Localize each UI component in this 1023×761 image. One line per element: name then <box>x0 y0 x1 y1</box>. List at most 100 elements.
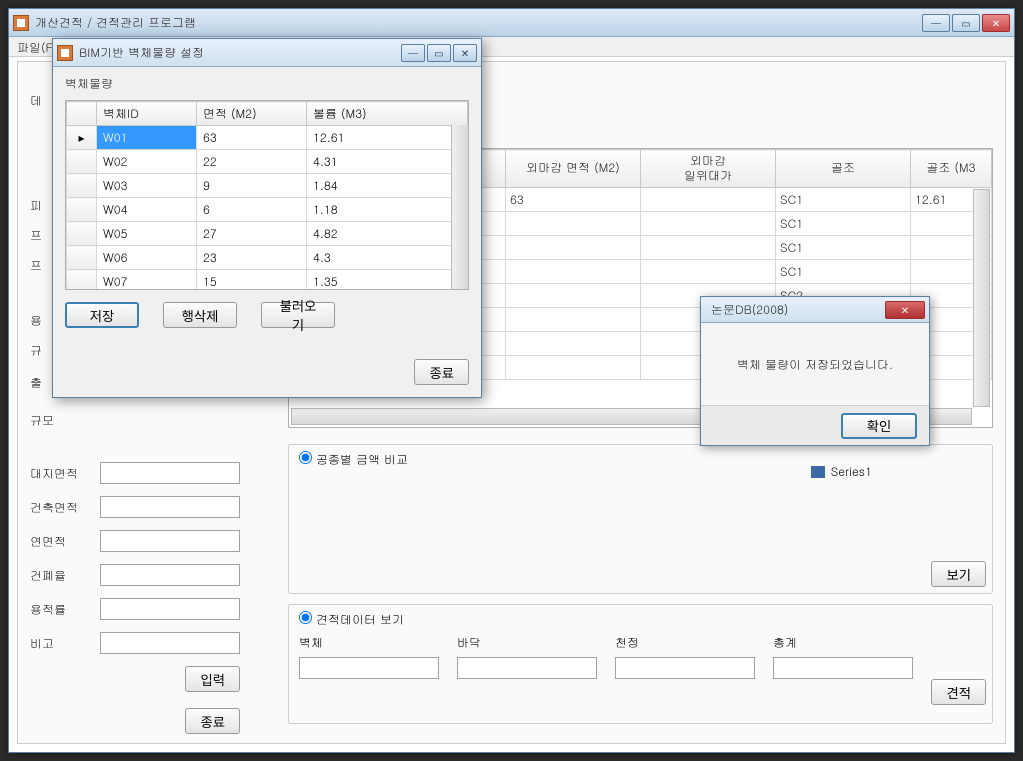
cell-id[interactable]: W05 <box>97 222 197 246</box>
dv-input-floor[interactable] <box>457 657 597 679</box>
dgrid-h-vol[interactable]: 볼륨 (M3) <box>307 102 468 126</box>
dialog-title: BIM기반 벽체물량 설정 <box>79 44 401 61</box>
cell-vol[interactable]: 12.61 <box>307 126 468 150</box>
cell[interactable] <box>506 356 641 380</box>
cell[interactable] <box>641 236 776 260</box>
cell[interactable] <box>641 188 776 212</box>
cell-id[interactable]: W04 <box>97 198 197 222</box>
dialog-close-icon[interactable]: ✕ <box>453 44 477 62</box>
dv-input-ceiling[interactable] <box>615 657 755 679</box>
app-icon <box>13 15 29 31</box>
data-view-section: 견적데이터 보기 벽체 바닥 천정 총계 견적 <box>288 604 993 724</box>
cell[interactable] <box>641 212 776 236</box>
label-bigo: 비고 <box>30 635 100 652</box>
dialog-titlebar[interactable]: BIM기반 벽체물량 설정 — ▭ ✕ <box>53 39 481 67</box>
cell[interactable]: SC1 <box>776 212 911 236</box>
estimate-button[interactable]: 견적 <box>931 679 986 705</box>
input-button[interactable]: 입력 <box>185 666 240 692</box>
cell[interactable] <box>506 260 641 284</box>
cell[interactable]: 63 <box>506 188 641 212</box>
cell[interactable] <box>506 308 641 332</box>
cell-id[interactable]: W03 <box>97 174 197 198</box>
dialog-close-button[interactable]: 종료 <box>414 359 469 385</box>
mgrid-h4[interactable]: 외마감 일위대가 <box>641 150 776 188</box>
cell-area[interactable]: 27 <box>197 222 307 246</box>
cell-vol[interactable]: 1.35 <box>307 270 468 291</box>
cell-id[interactable]: W02 <box>97 150 197 174</box>
cell-area[interactable]: 23 <box>197 246 307 270</box>
input-yongjeok[interactable] <box>100 598 240 620</box>
cell[interactable] <box>506 236 641 260</box>
dialog-delete-row-button[interactable]: 행삭제 <box>163 302 237 328</box>
msgbox-close-icon[interactable]: ✕ <box>885 301 925 319</box>
dgrid-rowheader-blank <box>67 102 97 126</box>
cell-vol[interactable]: 4.82 <box>307 222 468 246</box>
cell[interactable] <box>506 332 641 356</box>
mgrid-h6[interactable]: 골조 (M3 <box>911 150 992 188</box>
cell-vol[interactable]: 1.18 <box>307 198 468 222</box>
table-row[interactable]: ▸W016312.61 <box>67 126 468 150</box>
cell[interactable]: SC1 <box>776 188 911 212</box>
chart-legend: Series1 <box>811 463 872 480</box>
maximize-button[interactable]: ▭ <box>952 14 980 32</box>
table-row[interactable]: W06234.3 <box>67 246 468 270</box>
input-yeon[interactable] <box>100 530 240 552</box>
dialog-save-button[interactable]: 저장 <box>65 302 139 328</box>
cell-id[interactable]: W07 <box>97 270 197 291</box>
msgbox-ok-button[interactable]: 확인 <box>841 413 917 439</box>
data-view-radio-input[interactable] <box>299 611 312 624</box>
cell[interactable]: SC1 <box>776 236 911 260</box>
table-row[interactable]: W0391.84 <box>67 174 468 198</box>
cell-vol[interactable]: 4.3 <box>307 246 468 270</box>
dialog-grid[interactable]: 벽체ID 면적 (M2) 볼륨 (M3) ▸W016312.61W02224.3… <box>65 100 469 290</box>
cell[interactable] <box>641 260 776 284</box>
msgbox-titlebar[interactable]: 논문DB(2008) ✕ <box>701 297 929 323</box>
mgrid-h5[interactable]: 골조 <box>776 150 911 188</box>
label-yongjeok: 용적률 <box>30 601 100 618</box>
cell[interactable]: SC1 <box>776 260 911 284</box>
dv-label-total: 총계 <box>773 634 913 651</box>
cell-id[interactable]: W06 <box>97 246 197 270</box>
chart-radio-input[interactable] <box>299 451 312 464</box>
label-geonpye: 건폐율 <box>30 567 100 584</box>
table-row[interactable]: W0461.18 <box>67 198 468 222</box>
close-button-form[interactable]: 종료 <box>185 708 240 734</box>
dv-input-total[interactable] <box>773 657 913 679</box>
minimize-button[interactable]: — <box>922 14 950 32</box>
cell-area[interactable]: 63 <box>197 126 307 150</box>
dv-input-wall[interactable] <box>299 657 439 679</box>
main-title: 개산견적 / 견적관리 프로그램 <box>35 14 922 31</box>
table-row[interactable]: W05274.82 <box>67 222 468 246</box>
table-row[interactable]: W07151.35 <box>67 270 468 291</box>
cell-area[interactable]: 6 <box>197 198 307 222</box>
input-daeji[interactable] <box>100 462 240 484</box>
dialog-load-button[interactable]: 불러오기 <box>261 302 335 328</box>
mgrid-h3[interactable]: 외마감 면적 (M2) <box>506 150 641 188</box>
cell[interactable] <box>506 212 641 236</box>
cell-vol[interactable]: 4.31 <box>307 150 468 174</box>
close-button[interactable]: ✕ <box>982 14 1010 32</box>
table-row[interactable]: W02224.31 <box>67 150 468 174</box>
side-label-pi: 피 <box>30 197 42 214</box>
dgrid-h-area[interactable]: 면적 (M2) <box>197 102 307 126</box>
input-geonchuk[interactable] <box>100 496 240 518</box>
cell-vol[interactable]: 1.84 <box>307 174 468 198</box>
dgrid-h-id[interactable]: 벽체ID <box>97 102 197 126</box>
input-bigo[interactable] <box>100 632 240 654</box>
side-label-chul: 출 <box>30 374 42 391</box>
chart-view-button[interactable]: 보기 <box>931 561 986 587</box>
row-indicator <box>67 222 97 246</box>
dialog-maximize-button[interactable]: ▭ <box>427 44 451 62</box>
left-form: 대지면적 건축면적 연면적 건폐율 용적률 비고 입력 종료 <box>30 462 270 734</box>
cell-area[interactable]: 22 <box>197 150 307 174</box>
dialog-minimize-button[interactable]: — <box>401 44 425 62</box>
dgrid-vscroll[interactable] <box>451 125 468 289</box>
cell-area[interactable]: 9 <box>197 174 307 198</box>
cell[interactable] <box>506 284 641 308</box>
label-yeon: 연면적 <box>30 533 100 550</box>
cell-area[interactable]: 15 <box>197 270 307 291</box>
main-titlebar[interactable]: 개산견적 / 견적관리 프로그램 — ▭ ✕ <box>9 9 1014 37</box>
input-geonpye[interactable] <box>100 564 240 586</box>
cell-id[interactable]: W01 <box>97 126 197 150</box>
grid-vscroll[interactable] <box>973 189 990 407</box>
